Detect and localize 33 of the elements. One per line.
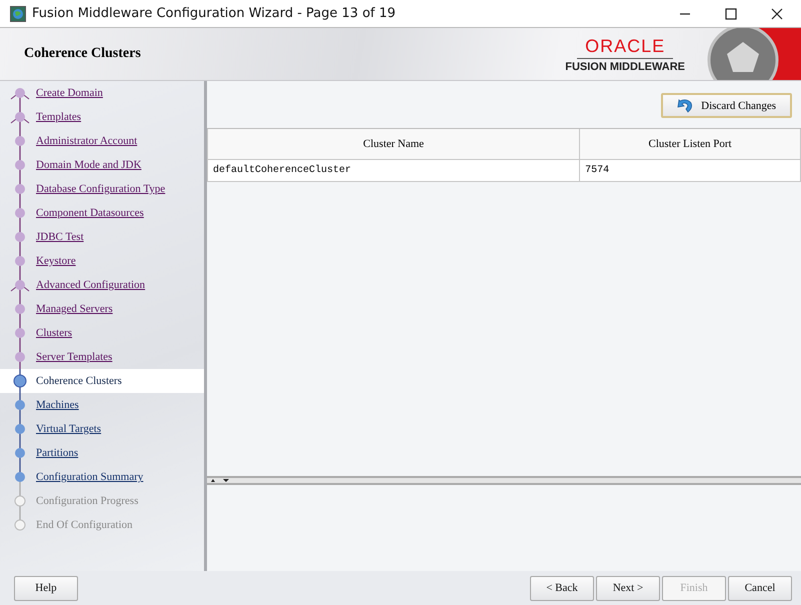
step-link[interactable]: Keystore bbox=[36, 255, 76, 267]
step-link[interactable]: Create Domain bbox=[36, 87, 103, 99]
step-link[interactable]: JDBC Test bbox=[36, 231, 84, 243]
step-link[interactable]: Component Datasources bbox=[36, 207, 144, 219]
wizard-button[interactable]: < Back bbox=[530, 576, 594, 600]
logo-subtitle: FUSION MIDDLEWARE bbox=[565, 60, 685, 72]
step-link[interactable]: Server Templates bbox=[36, 351, 112, 363]
wizard-button[interactable]: Cancel bbox=[728, 576, 792, 600]
step-link[interactable]: Administrator Account bbox=[36, 135, 138, 147]
wizard-button[interactable]: Help bbox=[14, 576, 78, 600]
page-heading: Coherence Clusters bbox=[23, 46, 142, 62]
column-header[interactable]: Cluster Listen Port bbox=[580, 129, 800, 160]
step-link[interactable]: Clusters bbox=[36, 327, 72, 339]
table-cell: defaultCoherenceCluster bbox=[208, 160, 580, 182]
step-link[interactable]: Virtual Targets bbox=[36, 423, 102, 435]
step-link[interactable]: Partitions bbox=[36, 447, 78, 459]
step-link[interactable]: Database Configuration Type bbox=[36, 183, 166, 195]
step-link[interactable]: Managed Servers bbox=[36, 303, 113, 315]
step-link[interactable]: Advanced Configuration bbox=[36, 279, 146, 291]
step-link[interactable]: Configuration Summary bbox=[36, 471, 144, 483]
logo-wordmark: ORACLE bbox=[577, 36, 674, 58]
wizard-button[interactable]: Next > bbox=[596, 576, 660, 600]
step-link[interactable]: Machines bbox=[36, 399, 79, 411]
column-header[interactable]: Cluster Name bbox=[208, 129, 580, 160]
app-icon bbox=[10, 6, 26, 22]
step-link[interactable]: Templates bbox=[36, 111, 82, 123]
discard-changes-button[interactable]: Discard Changes bbox=[661, 93, 792, 118]
step-link[interactable]: Domain Mode and JDK bbox=[36, 159, 142, 171]
table-cell: 7574 bbox=[580, 160, 800, 182]
splitter-arrows-icon[interactable] bbox=[209, 478, 229, 483]
maximize-icon[interactable] bbox=[725, 8, 737, 20]
close-icon[interactable] bbox=[771, 8, 783, 20]
window-title: Fusion Middleware Configuration Wizard - Page 13 of 19 bbox=[32, 6, 397, 21]
